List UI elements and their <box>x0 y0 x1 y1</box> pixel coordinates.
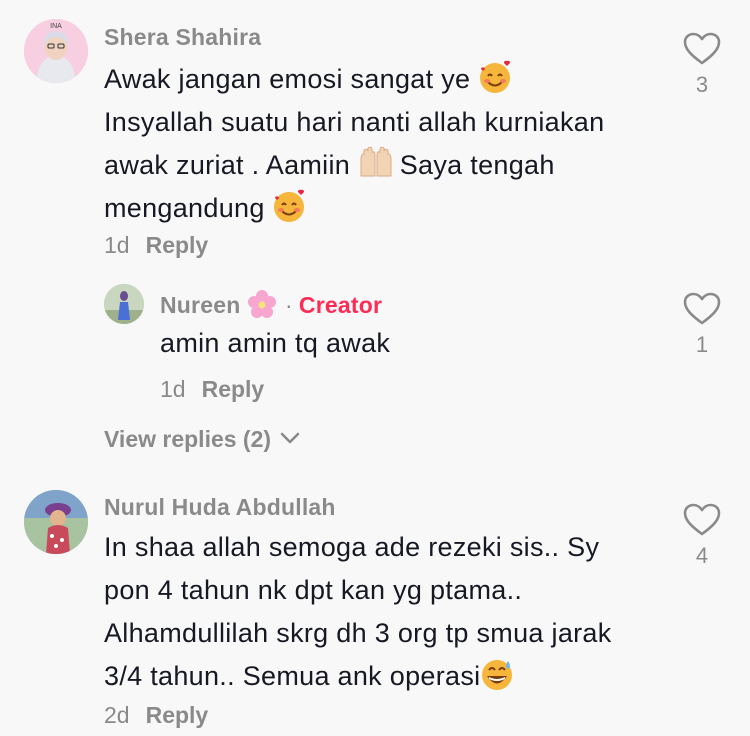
reply-meta: 1d Reply <box>160 376 264 403</box>
separator-dot: · <box>285 292 293 318</box>
reply-age: 1d <box>160 376 186 402</box>
svg-text:INA: INA <box>50 23 62 30</box>
smiling-face-with-hearts-icon <box>478 60 512 94</box>
creator-badge: Creator <box>298 292 383 318</box>
comment-line: pon 4 tahun nk dpt kan yg ptama.. <box>104 575 523 605</box>
reply-button[interactable]: Reply <box>202 376 265 402</box>
reply-text: amin amin tq awak <box>160 328 391 358</box>
reply-username[interactable]: Nureen · Creator <box>160 289 382 319</box>
comment-line: awak zuriat . Aamiin <box>104 150 351 180</box>
reply-button[interactable]: Reply <box>146 702 209 728</box>
comments-screen: { "comments": [ { "username": "Shera Sha… <box>0 0 750 736</box>
comment-age: 2d <box>104 702 130 728</box>
comment-line: Awak jangan emosi sangat ye <box>104 64 471 94</box>
comment-text: Awak jangan emosi sangat ye Insyallah su… <box>104 58 604 230</box>
grinning-face-with-sweat-icon <box>480 657 514 691</box>
comment-line: Insyallah suatu hari nanti allah kurniak… <box>104 107 605 137</box>
cherry-blossom-icon <box>247 289 277 319</box>
comment-line: Saya tengah <box>399 150 555 180</box>
reply-button[interactable]: Reply <box>146 232 209 258</box>
reply-username-text: Nureen <box>160 292 241 318</box>
comment-line: 3/4 tahun.. Semua ank operasi <box>104 661 481 691</box>
like-button[interactable]: 1 <box>682 292 722 358</box>
chevron-down-icon <box>281 432 300 444</box>
heart-outline-icon <box>683 32 721 65</box>
avatar[interactable] <box>24 490 88 554</box>
avatar[interactable]: INA <box>24 19 88 83</box>
comment-meta: 1d Reply <box>104 232 208 259</box>
smiling-face-with-hearts-icon <box>272 189 306 223</box>
avatar[interactable] <box>104 284 144 324</box>
comment-line: mengandung <box>104 193 265 223</box>
like-count: 3 <box>695 72 709 97</box>
heart-outline-icon <box>683 503 721 536</box>
like-button[interactable]: 4 <box>682 503 722 569</box>
raising-hands-icon <box>358 146 392 180</box>
comment-username[interactable]: Shera Shahira <box>104 24 261 51</box>
like-button[interactable]: 3 <box>682 32 722 98</box>
comment-username[interactable]: Nurul Huda Abdullah <box>104 494 336 521</box>
like-count: 1 <box>695 332 709 357</box>
comment-meta: 2d Reply <box>104 702 208 729</box>
comment-age: 1d <box>104 232 130 258</box>
comment-line: Alhamdullilah skrg dh 3 org tp smua jara… <box>104 618 612 648</box>
like-count: 4 <box>695 543 709 568</box>
comment-text: In shaa allah semoga ade rezeki sis.. Sy… <box>104 526 612 698</box>
comment-line: In shaa allah semoga ade rezeki sis.. Sy <box>104 532 600 562</box>
view-replies-button[interactable]: View replies (2) <box>104 426 301 453</box>
view-replies-label: View replies (2) <box>104 426 272 452</box>
heart-outline-icon <box>683 292 721 325</box>
